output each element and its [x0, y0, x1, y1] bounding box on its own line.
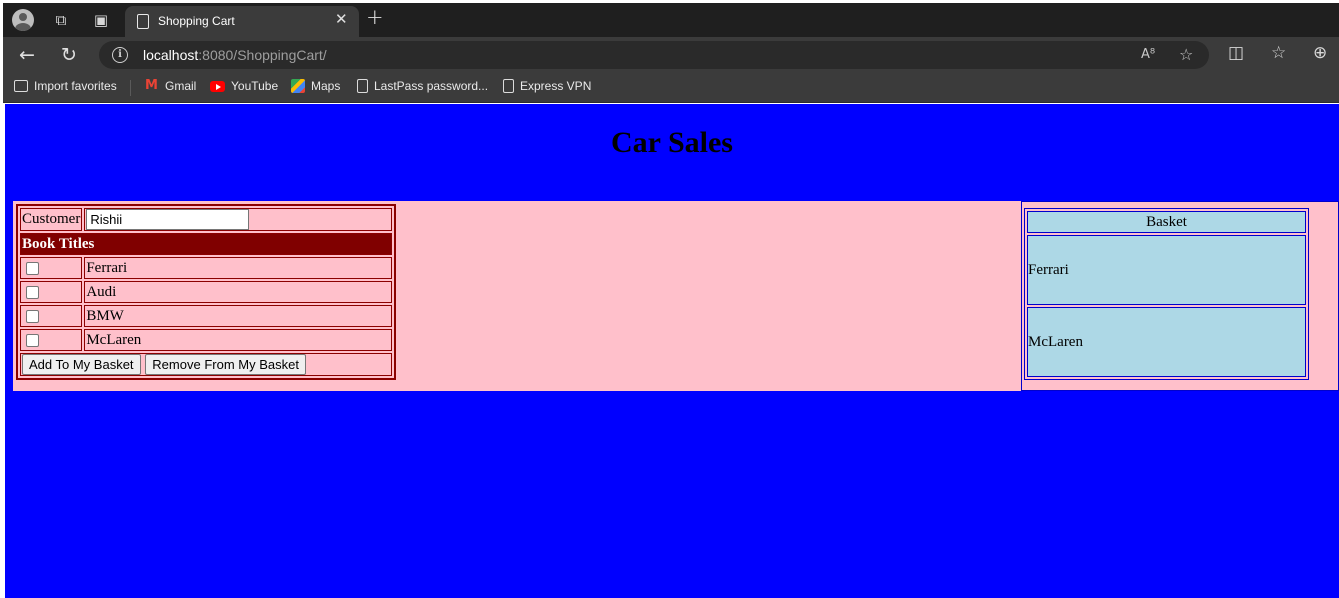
tab-actions-icon[interactable]: ▣: [89, 8, 113, 32]
list-item: Audi: [20, 281, 393, 303]
customer-input[interactable]: [86, 209, 250, 230]
doc-icon: [503, 79, 514, 93]
page-title: Car Sales: [611, 126, 733, 159]
list-item: Ferrari: [20, 257, 393, 279]
url-text[interactable]: localhost:8080/ShoppingCart/: [143, 47, 327, 63]
bookmark-express-vpn[interactable]: Express VPN: [503, 79, 591, 93]
item-checkbox-mclaren[interactable]: [26, 333, 39, 347]
refresh-icon[interactable]: ↻: [61, 42, 77, 68]
favorites-icon[interactable]: ☆: [1271, 43, 1286, 63]
basket-item: McLaren: [1027, 307, 1306, 377]
checkbox-cell: [20, 305, 83, 327]
page-icon: [137, 14, 149, 29]
list-heading-row: Book Titles: [20, 233, 393, 255]
item-label-audi: Audi: [84, 281, 393, 303]
tab-strip: ⧉ ▣ Shopping Cart ✕ +: [3, 3, 1339, 37]
list-heading: Book Titles: [20, 233, 393, 255]
basket-item: Ferrari: [1027, 235, 1306, 305]
add-to-basket-button[interactable]: Add To My Basket: [22, 354, 141, 375]
item-checkbox-ferrari[interactable]: [26, 261, 39, 275]
checkbox-cell: [20, 281, 83, 303]
bookmark-gmail[interactable]: Gmail: [145, 78, 196, 94]
workspaces-icon[interactable]: ⧉: [49, 8, 73, 32]
checkbox-cell: [20, 257, 83, 279]
item-label-bmw: BMW: [84, 305, 393, 327]
basket-heading: Basket: [1027, 211, 1306, 233]
close-tab-icon[interactable]: ✕: [335, 10, 348, 28]
back-icon[interactable]: ←: [19, 42, 35, 68]
remove-from-basket-button[interactable]: Remove From My Basket: [145, 354, 306, 375]
buttons-row: Add To My Basket Remove From My Basket: [20, 353, 393, 376]
customer-row: Customer: [20, 208, 393, 231]
list-item: BMW: [20, 305, 393, 327]
folder-icon: [14, 80, 28, 92]
item-label-ferrari: Ferrari: [84, 257, 393, 279]
gmail-icon: [145, 78, 159, 93]
list-item: McLaren: [20, 329, 393, 351]
item-label-mclaren: McLaren: [84, 329, 393, 351]
buttons-cell: Add To My Basket Remove From My Basket: [20, 353, 393, 376]
split-screen-icon[interactable]: ◫: [1228, 43, 1244, 63]
navigation-bar: ← ↻ i localhost:8080/ShoppingCart/ A⁸ ☆ …: [3, 37, 1339, 73]
checkbox-cell: [20, 329, 83, 351]
address-bar[interactable]: i localhost:8080/ShoppingCart/ A⁸ ☆: [99, 41, 1209, 69]
customer-input-cell: [84, 208, 393, 231]
basket-cell: Basket Ferrari McLaren: [1021, 201, 1339, 391]
item-checkbox-bmw[interactable]: [26, 309, 39, 323]
tab-title: Shopping Cart: [158, 14, 235, 28]
browser-chrome: ⧉ ▣ Shopping Cart ✕ + ← ↻ i localhost:80…: [3, 3, 1339, 103]
tab-shopping-cart[interactable]: Shopping Cart ✕: [125, 6, 359, 37]
bookmark-maps[interactable]: Maps: [291, 79, 340, 93]
bookmark-lastpass[interactable]: LastPass password...: [357, 79, 488, 93]
read-aloud-icon[interactable]: A⁸: [1141, 47, 1155, 62]
collections-icon[interactable]: ⊕: [1313, 43, 1327, 63]
youtube-icon: [210, 80, 225, 92]
order-form-cell: Customer Book Titles Ferrari Audi: [13, 201, 1021, 391]
site-info-icon[interactable]: i: [112, 47, 128, 63]
basket-table: Basket Ferrari McLaren: [1024, 208, 1309, 380]
customer-label: Customer: [20, 208, 83, 231]
profile-avatar-icon[interactable]: [11, 8, 35, 32]
favorite-star-icon[interactable]: ☆: [1179, 45, 1193, 64]
bookmark-youtube[interactable]: YouTube: [210, 79, 278, 93]
bookmarks-bar: Import favorites Gmail YouTube Maps Last…: [3, 73, 1339, 103]
bookmark-import-favorites[interactable]: Import favorites: [14, 79, 117, 93]
item-checkbox-audi[interactable]: [26, 285, 39, 299]
new-tab-icon[interactable]: +: [366, 5, 384, 29]
content-panel: Customer Book Titles Ferrari Audi: [13, 201, 1339, 391]
page-viewport: Car Sales Customer Book Titles Ferrari: [5, 104, 1339, 598]
doc-icon: [357, 79, 368, 93]
maps-icon: [291, 79, 305, 93]
order-form: Customer Book Titles Ferrari Audi: [16, 204, 397, 380]
bookmarks-divider: [130, 80, 131, 96]
